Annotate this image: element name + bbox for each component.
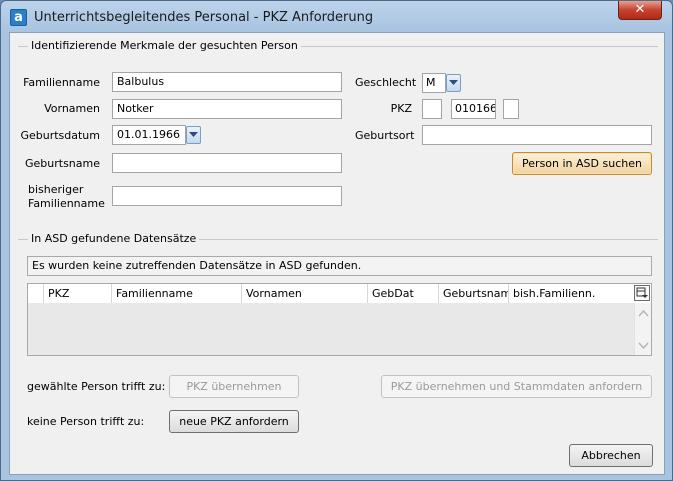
column-header-familienname[interactable]: Familienname <box>112 284 242 303</box>
vornamen-label: Vornamen <box>44 102 100 115</box>
title-bar[interactable]: a Unterrichtsbegleitendes Personal - PKZ… <box>1 1 672 33</box>
person-suchen-button[interactable]: Person in ASD suchen <box>512 152 652 175</box>
geburtsort-input[interactable] <box>422 125 652 145</box>
pkz-part2-input[interactable]: 010166 <box>451 99 496 119</box>
bisheriger-familienname-label: bisheriger Familienname <box>20 183 105 211</box>
table-scrollbar[interactable] <box>634 303 651 355</box>
geschlecht-select[interactable]: M <box>422 73 446 93</box>
scroll-up-arrow-icon[interactable] <box>636 309 651 317</box>
results-table[interactable]: PKZ Familienname Vornamen GebDat Geburts… <box>27 283 652 356</box>
close-button[interactable]: ✕ <box>618 1 662 20</box>
column-chooser-icon <box>636 287 648 298</box>
geschlecht-label: Geschlecht <box>355 76 417 89</box>
pkz-uebernehmen-button[interactable]: PKZ übernehmen <box>169 375 299 398</box>
chevron-down-icon <box>189 132 198 137</box>
column-chooser-button[interactable] <box>634 285 650 301</box>
dialog-window: a Unterrichtsbegleitendes Personal - PKZ… <box>0 0 673 481</box>
column-header-pkz[interactable]: PKZ <box>44 284 112 303</box>
window-title: Unterrichtsbegleitendes Personal - PKZ A… <box>34 10 374 25</box>
geburtsname-input[interactable] <box>112 153 342 173</box>
app-logo-icon: a <box>10 9 27 26</box>
pkz-part3-input[interactable] <box>503 99 519 119</box>
geburtsdatum-label: Geburtsdatum <box>20 129 100 142</box>
row-indicator-header <box>28 284 44 303</box>
geschlecht-dropdown-button[interactable] <box>446 74 461 92</box>
geburtsort-label: Geburtsort <box>355 129 415 142</box>
no-person-label: keine Person trifft zu: <box>27 415 145 428</box>
scroll-down-arrow-icon[interactable] <box>636 342 651 350</box>
results-section-title: In ASD gefundene Datensätze <box>28 232 200 245</box>
familienname-input[interactable]: Balbulus <box>112 72 342 92</box>
table-body <box>28 303 635 355</box>
pkz-part1-input[interactable] <box>422 99 442 119</box>
pkz-stammdaten-anfordern-button[interactable]: PKZ übernehmen und Stammdaten anfordern <box>381 375 652 398</box>
bisheriger-label-line1: bisheriger <box>28 183 84 196</box>
results-message: Es wurden keine zutreffenden Datensätze … <box>27 256 652 276</box>
chevron-down-icon <box>449 80 458 85</box>
familienname-label: Familienname <box>23 76 100 89</box>
column-header-gebdat[interactable]: GebDat <box>368 284 439 303</box>
column-header-vornamen[interactable]: Vornamen <box>242 284 368 303</box>
dialog-content: Identifizierende Merkmale der gesuchten … <box>9 32 665 475</box>
selected-person-label: gewählte Person trifft zu: <box>27 380 166 393</box>
bisheriger-familienname-input[interactable] <box>112 186 342 206</box>
geburtsname-label: Geburtsname <box>24 157 100 170</box>
vornamen-input[interactable]: Notker <box>112 99 342 119</box>
column-header-bish-familienname[interactable]: bish.Familienn. <box>509 284 635 303</box>
pkz-label: PKZ <box>390 102 412 115</box>
column-header-geburtsname[interactable]: Geburtsname <box>439 284 509 303</box>
search-section-title: Identifizierende Merkmale der gesuchten … <box>28 39 301 52</box>
bisheriger-label-line2: Familienname <box>28 197 105 210</box>
table-header: PKZ Familienname Vornamen GebDat Geburts… <box>28 284 635 304</box>
neue-pkz-anfordern-button[interactable]: neue PKZ anfordern <box>169 410 299 433</box>
geburtsdatum-input[interactable]: 01.01.1966 <box>112 125 186 145</box>
abbrechen-button[interactable]: Abbrechen <box>569 444 653 467</box>
geburtsdatum-dropdown-button[interactable] <box>186 126 201 144</box>
